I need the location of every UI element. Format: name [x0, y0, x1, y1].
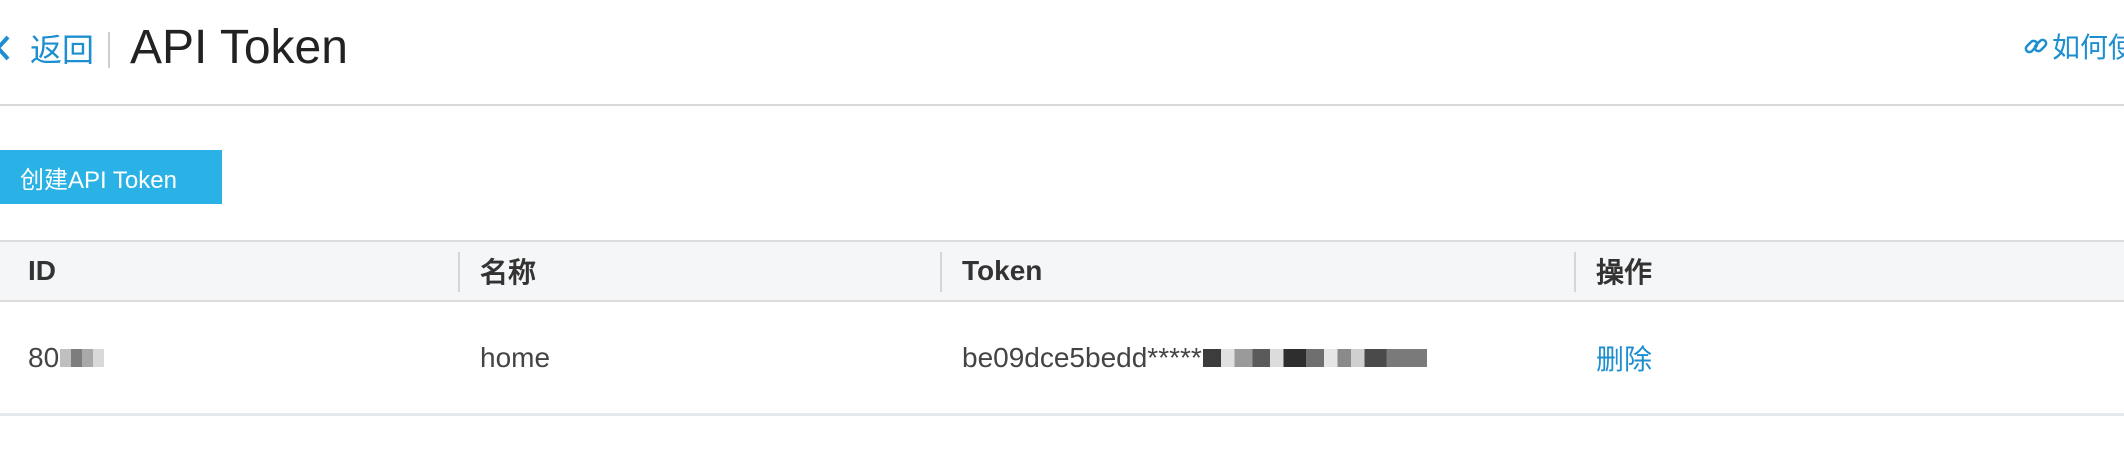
column-header-name: 名称: [480, 257, 537, 288]
column-separator: [940, 252, 942, 292]
help-label: 如何使用: [2051, 32, 2124, 63]
help-link[interactable]: 如何使用: [2022, 26, 2124, 66]
column-header-token: Token: [962, 255, 1043, 286]
redacted-token: [1202, 348, 1427, 367]
token-id-cell: 80: [28, 302, 105, 413]
link-icon: [2024, 38, 2048, 54]
back-label: 返回: [30, 32, 95, 68]
column-separator: [458, 252, 460, 292]
column-header-actions: 操作: [1596, 257, 1653, 288]
delete-link[interactable]: 删除: [1596, 338, 1652, 378]
header-divider: [108, 32, 110, 68]
token-id: 80: [28, 341, 60, 373]
redacted-id: [60, 348, 105, 367]
table-row: 80 home be09dce5bedd***** 删除: [0, 302, 2124, 416]
page-header: 返回 API Token 如何使用: [0, 0, 2124, 106]
page-title: API Token: [130, 21, 348, 74]
create-api-token-button[interactable]: 创建API Token: [0, 150, 222, 204]
column-header-id: ID: [28, 255, 56, 286]
token-value-cell: be09dce5bedd*****: [962, 302, 1427, 413]
api-token-table: ID 名称 Token 操作 80 home be09dce5bedd*****…: [0, 240, 2124, 416]
column-separator: [1574, 252, 1576, 292]
back-link[interactable]: 返回: [0, 20, 94, 76]
token-name-cell: home: [480, 341, 551, 373]
actions-cell: 删除: [1596, 302, 1652, 413]
api-token-page: 返回 API Token 如何使用 创建API Token ID 名称 Toke…: [0, 0, 2124, 452]
table-header: ID 名称 Token 操作: [0, 240, 2124, 302]
chevron-left-icon: [0, 35, 10, 61]
token-value: be09dce5bedd*****: [962, 341, 1202, 373]
